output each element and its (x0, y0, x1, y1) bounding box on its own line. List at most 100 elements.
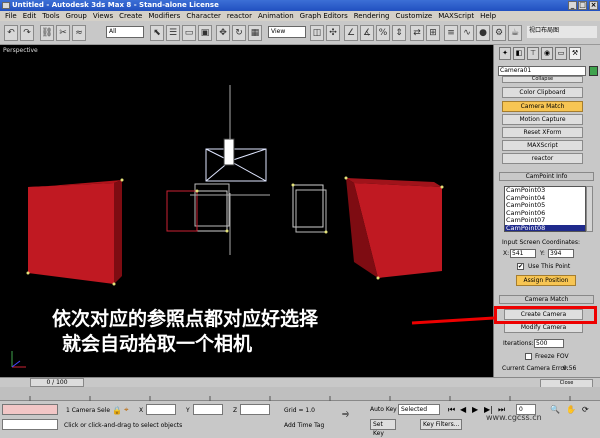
undo-icon[interactable]: ↶ (4, 25, 18, 41)
window-title: Untitled - Autodesk 3ds Max 8 - Stand-al… (12, 1, 219, 9)
list-item-selected[interactable]: CamPoint08 (505, 224, 585, 231)
y-transform-input[interactable] (193, 404, 223, 415)
menu-customize[interactable]: Customize (392, 11, 435, 21)
reactor-button[interactable]: reactor (502, 153, 583, 164)
maxscript-listener-output[interactable] (2, 419, 58, 430)
right-cube[interactable] (346, 178, 442, 278)
object-color-swatch[interactable] (589, 66, 598, 76)
bind-space-warp-icon[interactable]: ≈ (72, 25, 86, 41)
viewport-label[interactable]: Perspective (3, 47, 38, 54)
arc-rotate-icon[interactable]: ⟳ (582, 405, 589, 414)
manipulate-icon[interactable]: ✣ (326, 25, 340, 41)
color-clipboard-button[interactable]: Color Clipboard (502, 87, 583, 98)
menu-animation[interactable]: Animation (255, 11, 297, 21)
previous-frame-icon[interactable]: ◀ (460, 405, 466, 414)
app-icon[interactable] (2, 2, 10, 9)
menu-modifiers[interactable]: Modifiers (145, 11, 183, 21)
link-icon[interactable]: ⛓ (40, 25, 54, 41)
camera01[interactable] (190, 85, 270, 255)
menu-group[interactable]: Group (63, 11, 90, 21)
window-crossing-icon[interactable]: ▣ (198, 25, 212, 41)
x-coord-input[interactable]: 541 (510, 249, 536, 258)
assign-position-button[interactable]: Assign Position (516, 275, 576, 286)
render-setup-icon[interactable]: ⚙ (492, 25, 506, 41)
play-icon[interactable]: ▶ (472, 405, 478, 414)
percent-snap-icon[interactable]: % (376, 25, 390, 41)
spinner-snap-icon[interactable]: ⇕ (392, 25, 406, 41)
key-mode-icon[interactable]: ⥤ (342, 409, 349, 419)
use-this-point-checkbox[interactable]: ✔ (517, 263, 524, 270)
menu-edit[interactable]: Edit (20, 11, 40, 21)
maxscript-listener-mini[interactable] (2, 404, 58, 415)
menu-rendering[interactable]: Rendering (351, 11, 393, 21)
campoint-info-rollout-title[interactable]: CamPoint Info (499, 172, 594, 181)
menu-maxscript[interactable]: MAXScript (435, 11, 477, 21)
go-to-start-icon[interactable]: ⏮ (448, 405, 455, 415)
select-object-icon[interactable]: ⬉ (150, 25, 164, 41)
angle-snap-icon[interactable]: ∡ (360, 25, 374, 41)
collapse-button[interactable]: Collapse (502, 76, 583, 83)
display-tab-icon[interactable]: ▭ (555, 47, 567, 60)
snap-icon[interactable]: ∠ (344, 25, 358, 41)
ref-coord-dropdown[interactable]: View (268, 26, 306, 38)
reset-xform-button[interactable]: Reset XForm (502, 127, 583, 138)
y-coord-input[interactable]: 394 (548, 249, 574, 258)
menu-file[interactable]: File (2, 11, 20, 21)
iterations-input[interactable]: 500 (534, 339, 564, 348)
quick-render-icon[interactable]: ☕ (508, 25, 522, 41)
material-editor-icon[interactable]: ● (476, 25, 490, 41)
menu-reactor[interactable]: reactor (224, 11, 255, 21)
auto-key-button[interactable]: Auto Key (370, 406, 397, 413)
left-cube[interactable] (28, 180, 122, 284)
z-transform-input[interactable] (240, 404, 270, 415)
x-transform-input[interactable] (146, 404, 176, 415)
layer-manager-icon[interactable]: ≡ (444, 25, 458, 41)
x-coord-label: X: (503, 250, 510, 257)
mirror-icon[interactable]: ⇄ (410, 25, 424, 41)
track-bar[interactable] (0, 387, 600, 401)
menu-character[interactable]: Character (183, 11, 224, 21)
select-move-icon[interactable]: ✥ (216, 25, 230, 41)
lock-icon[interactable]: 🔒 (112, 406, 122, 415)
minimize-button[interactable]: _ (568, 1, 577, 10)
rect-selection-icon[interactable]: ▭ (182, 25, 196, 41)
campoint-list[interactable]: CamPoint03 CamPoint04 CamPoint05 CamPoin… (504, 186, 586, 232)
menu-create[interactable]: Create (116, 11, 145, 21)
named-selection-label[interactable]: 视口布局图 (527, 26, 597, 38)
select-by-name-icon[interactable]: ☰ (166, 25, 180, 41)
create-tab-icon[interactable]: ✦ (499, 47, 511, 60)
pivot-center-icon[interactable]: ◫ (310, 25, 324, 41)
menu-tools[interactable]: Tools (39, 11, 62, 21)
hierarchy-tab-icon[interactable]: ⊤ (527, 47, 539, 60)
key-filters-button[interactable]: Key Filters... (420, 419, 462, 430)
zoom-icon[interactable]: 🔍 (550, 405, 560, 414)
maxscript-button[interactable]: MAXScript (502, 140, 583, 151)
maximize-button[interactable]: □ (578, 1, 587, 10)
modify-tab-icon[interactable]: ◧ (513, 47, 525, 60)
selection-filter-dropdown[interactable]: All (106, 26, 144, 38)
pan-icon[interactable]: ✋ (566, 405, 576, 414)
motion-capture-button[interactable]: Motion Capture (502, 114, 583, 125)
absolute-mode-icon[interactable]: ⌖ (124, 405, 129, 415)
time-slider[interactable]: 0 / 100 (30, 378, 84, 387)
selected-dropdown[interactable]: Selected (398, 404, 440, 415)
close-button[interactable]: × (589, 1, 598, 10)
motion-tab-icon[interactable]: ◉ (541, 47, 553, 60)
add-time-tag[interactable]: Add Time Tag (284, 422, 324, 429)
set-key-button[interactable]: Set Key (370, 419, 396, 437)
select-scale-icon[interactable]: ▦ (248, 25, 262, 41)
menu-help[interactable]: Help (477, 11, 499, 21)
redo-icon[interactable]: ↷ (20, 25, 34, 41)
unlink-icon[interactable]: ✂ (56, 25, 70, 41)
campoint-list-scrollbar[interactable] (586, 186, 593, 232)
select-rotate-icon[interactable]: ↻ (232, 25, 246, 41)
utilities-tab-icon[interactable]: ⚒ (569, 47, 581, 60)
camera-match-utility-button[interactable]: Camera Match (502, 101, 583, 112)
freeze-fov-checkbox[interactable] (525, 353, 532, 360)
menu-views[interactable]: Views (90, 11, 116, 21)
menu-graph-editors[interactable]: Graph Editors (297, 11, 351, 21)
object-name-field[interactable]: Camera01 (498, 66, 586, 76)
curve-editor-icon[interactable]: ∿ (460, 25, 474, 41)
camera-match-rollout-title[interactable]: Camera Match (499, 295, 594, 304)
align-icon[interactable]: ⊞ (426, 25, 440, 41)
